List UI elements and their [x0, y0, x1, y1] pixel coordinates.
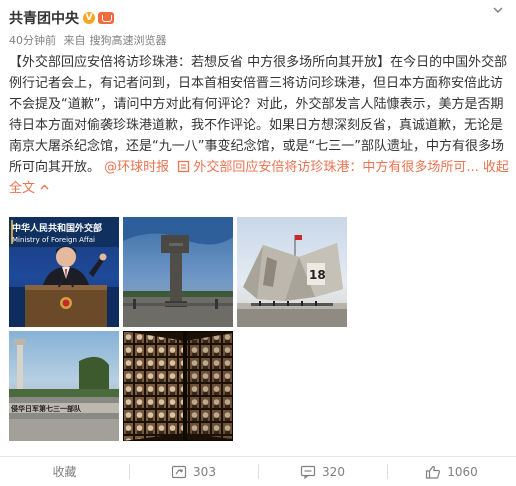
repost-button[interactable]: 303 [129, 457, 258, 486]
image-photo-wall[interactable] [123, 331, 233, 441]
source-app[interactable]: 搜狗高速浏览器 [90, 34, 167, 47]
photo-wall [123, 331, 233, 441]
member-badge-icon[interactable] [98, 12, 114, 24]
article-link-text[interactable]: 外交部回应安倍将访珍珠港：中方有很多场所可... [193, 160, 478, 175]
spokesperson-photo: 中华人民共和国外交部 Ministry of Foreign Affai [9, 217, 119, 327]
sign-english: Ministry of Foreign Affai [12, 236, 95, 244]
museum-photo: 18 [237, 235, 347, 327]
post-headline: 【外交部回应安倍将访珍珠港：若想反省 中方很多场所向其开放】 [9, 55, 391, 70]
more-options-chevron-icon[interactable] [491, 4, 505, 18]
mention-link[interactable]: @环球时报 [104, 160, 169, 175]
comment-icon [300, 465, 316, 479]
sign-chinese: 中华人民共和国外交部 [12, 222, 102, 234]
post-time[interactable]: 40分钟前 [9, 34, 56, 47]
source-prefix: 来自 [63, 34, 86, 47]
image-918-museum[interactable]: 18 [237, 217, 347, 327]
repost-count[interactable]: 303 [193, 465, 216, 479]
verified-badge-icon[interactable]: V [83, 12, 95, 24]
article-link[interactable]: 外交部回应安倍将访珍珠港：中方有很多场所可... [173, 160, 479, 175]
post-body: 在今日的中国外交部例行记者会上，有记者问到，日本首相安倍晋三将访问珍珠港，但日本… [9, 55, 508, 175]
collapse-arrow-icon [40, 184, 49, 190]
image-unit-731-site[interactable]: 侵华日军第七三一部队 [9, 331, 119, 441]
favorite-button[interactable]: 收藏 [0, 457, 129, 486]
unit-731-sign: 侵华日军第七三一部队 [10, 404, 82, 413]
post-header: 共青团中央 V 40分钟前 来自 搜狗高速浏览器 [9, 4, 507, 47]
like-button[interactable]: 1060 [387, 457, 516, 486]
image-gallery: 中华人民共和国外交部 Ministry of Foreign Affai 18 … [9, 217, 355, 441]
like-count[interactable]: 1060 [447, 465, 478, 479]
author-row: 共青团中央 V [9, 8, 114, 28]
comment-count[interactable]: 320 [322, 465, 345, 479]
post-text: 【外交部回应安倍将访珍珠港：若想反省 中方很多场所向其开放】在今日的中国外交部例… [9, 52, 509, 199]
action-bar: 收藏 303 320 1060 [0, 456, 516, 486]
thumbs-up-icon [426, 465, 441, 479]
image-spokesperson[interactable]: 中华人民共和国外交部 Ministry of Foreign Affai [9, 217, 119, 327]
museum-number: 18 [309, 268, 326, 282]
article-icon [178, 160, 190, 173]
repost-icon [171, 465, 187, 478]
favorite-label[interactable]: 收藏 [52, 463, 76, 480]
comment-button[interactable]: 320 [258, 457, 387, 486]
monument-photo [123, 217, 233, 327]
username[interactable]: 共青团中央 [9, 8, 79, 28]
unit-731-photo: 侵华日军第七三一部队 [9, 339, 119, 441]
post-meta: 40分钟前 来自 搜狗高速浏览器 [9, 32, 171, 48]
image-monument[interactable] [123, 217, 233, 327]
